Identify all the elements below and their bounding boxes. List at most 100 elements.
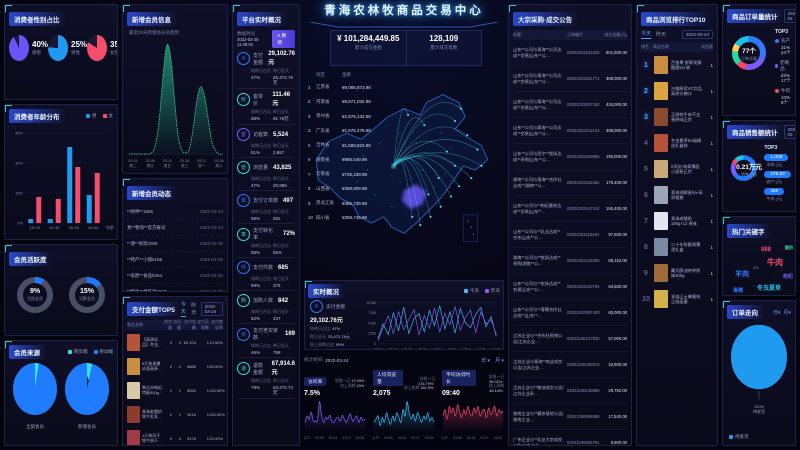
view-top10-rows: 1百香果 鲜果现摘酸甜5斤装12沙棘原浆VC饮品高原沙棘汁13玉树牦牛肉干五香原… [641, 52, 713, 312]
mini-panel: 人均浏览量2,075较前一日 176.79%↑较上周期 162.9%↑02-27… [373, 370, 435, 446]
stat-subvalue: 25,472.76元 [273, 75, 295, 86]
stat-subvalue: 91.75元 [273, 116, 295, 122]
month-select[interactable]: 月 ▾ [495, 357, 504, 364]
mini-charts-row: 统计时间: 2022-03-24 日 ▾ 月 ▾ 访问率7.5%较前一日 17.… [304, 354, 504, 446]
activity-pct: 9% [30, 288, 40, 295]
member-name: **财神**1806 [127, 209, 153, 215]
day-select[interactable]: 日 ▾ [481, 357, 490, 364]
gender-text: 25%男性 [71, 40, 87, 56]
order-total-label: 订单总量 [741, 56, 757, 62]
date-chip[interactable]: 2022-03-24 [201, 302, 223, 316]
announcement-row: 江苏企业与**粮油成交公告|江苏企业采…0402219813888529,752… [513, 378, 627, 404]
stat-subcell: 较昨日占比58% [251, 209, 273, 221]
keyword[interactable]: 羊肉 [735, 269, 749, 279]
product-name: 5斤装青稞炒面高原农家粗粮现磨 [142, 361, 163, 371]
rank-number: 6 [641, 192, 651, 199]
day-select[interactable]: 日▾ [773, 309, 781, 316]
legend-line: 农产 [775, 38, 791, 44]
svg-text:02-27: 02-27 [442, 436, 448, 440]
stat-subcell: 较昨日占比58% [251, 109, 273, 122]
legend-label: 男 [92, 113, 97, 119]
tab-yesterday[interactable]: 昨天 [191, 302, 196, 316]
panel-title: 订单走向 [727, 305, 764, 319]
announcement-title: 山东**公司与青海**公司达成**交易|山东**公… [513, 99, 564, 110]
svg-text:周六: 周六 [215, 163, 223, 168]
keyword[interactable]: 青稞 [733, 287, 743, 294]
svg-text:36-45: 36-45 [69, 225, 80, 230]
keyword[interactable]: 888 [761, 247, 771, 253]
top10-row: 4冬虫夏草5A级精选礼盒装1 [641, 130, 713, 156]
stat-value: 169 [285, 331, 295, 337]
legend-label: 待发货 [735, 434, 749, 440]
stat-subvalue: 58% [251, 116, 273, 121]
refresh-button[interactable]: 0 刷新 [272, 30, 295, 48]
mini-panel: 平均访问时长09:40较前一日 95.31%↑较上周期 46.14%↓02-27… [442, 370, 504, 446]
svg-text:06:00: 06:00 [404, 347, 412, 350]
stat-value: 842 [278, 298, 288, 304]
date-chip[interactable]: 2022-03 [784, 9, 797, 23]
table-row: 【高原珍品】冬虫夏草2g 精选礼盒44¥3,104112.50% [127, 330, 223, 354]
province-row: 4广东省¥1,978,478.98 [308, 124, 388, 139]
product-name: 【高原珍品】冬虫夏草2g 精选礼盒 [142, 337, 163, 347]
stat-block: 价客单价111.46元较昨日占比58%昨日全天91.75元 [237, 89, 295, 125]
panel-new-members: 新增会员信息 最近30天新增会员总趋势 03-01周二03-06周日03-11周… [122, 4, 228, 174]
tab-yesterday[interactable]: 昨天 [656, 31, 666, 38]
keyword[interactable]: 冬虫夏草 [757, 283, 781, 292]
product-name: 青海老酸奶180g×12 原味 [671, 216, 703, 227]
cell-value: 2 [172, 364, 181, 369]
rank-number: 9 [641, 270, 651, 277]
legend-item[interactable]: 网页端 [68, 349, 88, 355]
province-amount: ¥1,978,478.98 [342, 128, 388, 133]
stat-icon: 客 [237, 128, 250, 141]
stat-block: 退退款金额67,914.6元较昨日占比79%昨日全天63,472.74元 [237, 358, 295, 399]
product-thumb [654, 238, 668, 256]
panel-platform: 平台实时概况 数据时间 2022-03-25 11:49:04 0 刷新 ¥支付… [232, 4, 300, 446]
top10-row: 3玉树牦牛肉干五香原味正宗1 [641, 104, 713, 130]
stat-icon: 单 [237, 194, 250, 207]
date-chip[interactable]: 2022-03-24 [682, 30, 713, 39]
overview-label: 待发货 [753, 409, 765, 414]
stat-subcell: 较昨日占比79% [251, 378, 273, 396]
cell-value: 1 [196, 340, 209, 345]
legend-item[interactable]: 待发货 [729, 434, 749, 440]
tab-today[interactable]: 今天 [181, 301, 186, 317]
product-name: 0添加 纯青稞面小麦粉正宗 [671, 164, 703, 175]
mini-delta: 较上周期 15%↑ [335, 384, 366, 389]
keyword[interactable]: 牛肉 [767, 257, 783, 268]
mini-stats: 较前一日 95.31%↑较上周期 46.14%↓ [476, 375, 504, 393]
stat-subcell: 昨日全天65% [273, 243, 295, 255]
legend-item[interactable]: 今天 [464, 288, 479, 294]
province-name: 湖南省 [316, 157, 342, 163]
panel-age: 消费者年龄分布 男女 0%15%30%45%18-2526-3536-4546-… [4, 104, 118, 240]
top10-row: 10祁连山土蜂蜜纯正结晶蜜1 [641, 286, 713, 312]
keyword[interactable]: 酸奶 [785, 245, 793, 251]
svg-text:03-17: 03-17 [411, 436, 419, 440]
announcement-amount: 64,500.00 [603, 284, 627, 289]
col-header: 商品名称 [127, 322, 163, 328]
stat-row: ¥支付金额29,102.76元 [237, 51, 295, 66]
panel-title: 商品销售额统计 [727, 125, 784, 139]
svg-text:03-17: 03-17 [342, 436, 350, 440]
svg-text:45%: 45% [15, 131, 23, 136]
activity-center: 9%活跃会员 [13, 273, 57, 317]
stat-icon: 件 [237, 261, 250, 274]
legend-item[interactable]: 昨天 [485, 288, 500, 294]
tab-today[interactable]: 今天 [641, 30, 651, 39]
stat-sublabel: 较昨日占比 [251, 243, 273, 249]
province-name: 贵州省 [316, 113, 342, 119]
legend-item[interactable]: 男 [86, 113, 97, 119]
keyword[interactable]: 2% [753, 265, 759, 270]
month-select[interactable]: 月▾ [783, 309, 791, 316]
announcement-order-no: 00202203125305 [567, 258, 603, 263]
province-row: 9黑龙江省¥365,739.98 [308, 196, 388, 211]
announcement-amount: 601,500.00 [603, 50, 627, 55]
province-name: 广东省 [316, 128, 342, 134]
date-chip[interactable]: 2022-03 [784, 125, 797, 139]
legend-item[interactable]: 女 [103, 113, 114, 119]
panel-realtime: 实时概况 今天昨天 ¥支付金额29,102.76元较昨日占比47%昨日全天25,… [304, 280, 504, 350]
stat-sublabel: 昨日全天 [273, 176, 295, 182]
stat-sublabel: 较昨日占比 [251, 276, 273, 282]
legend-item[interactable]: 移动端 [94, 349, 114, 355]
keyword[interactable]: 枸杞 [783, 273, 793, 280]
legend-entry: 牛肉10% 8个 [775, 88, 791, 106]
